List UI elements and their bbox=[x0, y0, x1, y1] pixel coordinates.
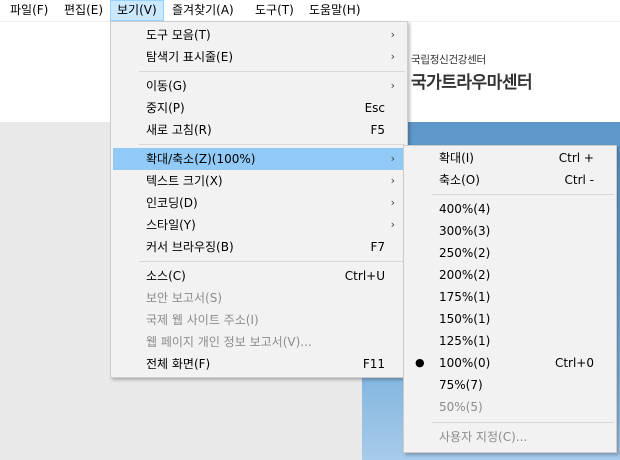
menu-item-style[interactable]: 스타일(Y) › bbox=[113, 214, 405, 236]
menu-item-zoom-100[interactable]: ● 100%(0) Ctrl+0 bbox=[406, 352, 614, 374]
menu-item-full-screen[interactable]: 전체 화면(F) F11 bbox=[113, 353, 405, 375]
menu-item-privacy-report[interactable]: 웹 페이지 개인 정보 보고서(V)... bbox=[113, 331, 405, 353]
menu-item-shortcut: Esc bbox=[364, 101, 385, 115]
menu-item-shortcut: F5 bbox=[370, 123, 385, 137]
menu-item-label: 100%(0) bbox=[439, 356, 491, 370]
menu-item-label: 300%(3) bbox=[439, 224, 491, 238]
menu-item-label: 커서 브라우징(B) bbox=[146, 240, 234, 254]
menu-item-shortcut: Ctrl+0 bbox=[554, 356, 594, 370]
menu-item-explorer-bars[interactable]: 탐색기 표시줄(E) › bbox=[113, 46, 405, 68]
menu-item-zoom-out[interactable]: 축소(O) Ctrl - bbox=[406, 169, 614, 191]
submenu-arrow-icon: › bbox=[390, 174, 395, 187]
menu-item-caret-browsing[interactable]: 커서 브라우징(B) F7 bbox=[113, 236, 405, 258]
menu-item-label: 75%(7) bbox=[439, 378, 483, 392]
menu-view[interactable]: 보기(V) bbox=[110, 0, 164, 21]
menu-help[interactable]: 도움말(H) bbox=[303, 0, 367, 21]
menu-item-idn-report[interactable]: 국제 웹 사이트 주소(I) bbox=[113, 309, 405, 331]
menu-item-label: 125%(1) bbox=[439, 334, 491, 348]
menu-item-source[interactable]: 소스(C) Ctrl+U bbox=[113, 265, 405, 287]
menu-item-zoom-175[interactable]: 175%(1) bbox=[406, 286, 614, 308]
menu-item-label: 50%(5) bbox=[439, 400, 483, 414]
submenu-arrow-icon: › bbox=[390, 218, 395, 231]
logo-subtitle: 국립정신건강센터 bbox=[411, 54, 486, 66]
menu-item-go-to[interactable]: 이동(G) › bbox=[113, 75, 405, 97]
submenu-arrow-icon: › bbox=[390, 196, 395, 209]
menu-separator bbox=[139, 144, 405, 145]
zoom-submenu: 확대(I) Ctrl + 축소(O) Ctrl - 400%(4) 300%(3… bbox=[403, 145, 617, 453]
menu-item-shortcut: Ctrl - bbox=[564, 173, 595, 187]
menu-item-shortcut: F11 bbox=[362, 357, 385, 371]
menu-item-zoom-200[interactable]: 200%(2) bbox=[406, 264, 614, 286]
menu-item-label: 175%(1) bbox=[439, 290, 491, 304]
menu-item-zoom-in[interactable]: 확대(I) Ctrl + bbox=[406, 147, 614, 169]
menu-edit[interactable]: 편집(E) bbox=[58, 0, 109, 21]
menu-item-label: 전체 화면(F) bbox=[146, 357, 211, 371]
menu-item-zoom-150[interactable]: 150%(1) bbox=[406, 308, 614, 330]
menu-item-shortcut: Ctrl + bbox=[558, 151, 594, 165]
menu-item-label: 확대/축소(Z)(100%) bbox=[146, 152, 256, 166]
menu-item-stop[interactable]: 중지(P) Esc bbox=[113, 97, 405, 119]
menu-item-label: 사용자 지정(C)... bbox=[439, 430, 528, 444]
menu-item-zoom-400[interactable]: 400%(4) bbox=[406, 198, 614, 220]
menu-item-zoom-75[interactable]: 75%(7) bbox=[406, 374, 614, 396]
submenu-arrow-icon: › bbox=[390, 28, 395, 41]
menu-item-zoom-300[interactable]: 300%(3) bbox=[406, 220, 614, 242]
menu-item-label: 200%(2) bbox=[439, 268, 491, 282]
menu-item-label: 국제 웹 사이트 주소(I) bbox=[146, 313, 259, 327]
menu-item-label: 400%(4) bbox=[439, 202, 491, 216]
menu-item-label: 축소(O) bbox=[439, 173, 480, 187]
menu-item-label: 인코딩(D) bbox=[146, 196, 198, 210]
menu-item-label: 새로 고침(R) bbox=[146, 123, 212, 137]
menu-item-label: 탐색기 표시줄(E) bbox=[146, 50, 234, 64]
menu-separator bbox=[139, 261, 405, 262]
menu-item-zoom-custom[interactable]: 사용자 지정(C)... bbox=[406, 426, 614, 448]
menu-separator bbox=[432, 422, 614, 423]
submenu-arrow-icon: › bbox=[390, 79, 395, 92]
menu-item-label: 보안 보고서(S) bbox=[146, 291, 222, 305]
menu-item-label: 250%(2) bbox=[439, 246, 491, 260]
menu-item-label: 150%(1) bbox=[439, 312, 491, 326]
menu-item-zoom[interactable]: 확대/축소(Z)(100%) › bbox=[113, 148, 405, 170]
menu-file[interactable]: 파일(F) bbox=[4, 0, 54, 21]
menu-item-label: 스타일(Y) bbox=[146, 218, 196, 232]
menu-item-zoom-50[interactable]: 50%(5) bbox=[406, 396, 614, 418]
logo-title: 국가트라우마센터 bbox=[411, 73, 533, 93]
menu-favorites[interactable]: 즐겨찾기(A) bbox=[166, 0, 240, 21]
menu-item-zoom-125[interactable]: 125%(1) bbox=[406, 330, 614, 352]
menu-separator bbox=[432, 194, 614, 195]
menu-item-zoom-250[interactable]: 250%(2) bbox=[406, 242, 614, 264]
menu-item-refresh[interactable]: 새로 고침(R) F5 bbox=[113, 119, 405, 141]
view-menu: 도구 모음(T) › 탐색기 표시줄(E) › 이동(G) › 중지(P) Es… bbox=[110, 21, 408, 378]
menu-separator bbox=[139, 71, 405, 72]
menu-item-security-report[interactable]: 보안 보고서(S) bbox=[113, 287, 405, 309]
menu-bar: 파일(F) 편집(E) 보기(V) 즐겨찾기(A) 도구(T) 도움말(H) bbox=[0, 0, 620, 22]
menu-item-shortcut: F7 bbox=[370, 240, 385, 254]
menu-item-label: 확대(I) bbox=[439, 151, 474, 165]
menu-item-label: 웹 페이지 개인 정보 보고서(V)... bbox=[146, 335, 312, 349]
menu-item-text-size[interactable]: 텍스트 크기(X) › bbox=[113, 170, 405, 192]
menu-item-encoding[interactable]: 인코딩(D) › bbox=[113, 192, 405, 214]
submenu-arrow-icon: › bbox=[390, 152, 395, 165]
menu-item-label: 도구 모음(T) bbox=[146, 28, 211, 42]
check-bullet-icon: ● bbox=[415, 356, 425, 369]
menu-item-toolbars[interactable]: 도구 모음(T) › bbox=[113, 24, 405, 46]
menu-tools[interactable]: 도구(T) bbox=[249, 0, 300, 21]
menu-item-label: 중지(P) bbox=[146, 101, 185, 115]
menu-item-shortcut: Ctrl+U bbox=[344, 269, 385, 283]
menu-item-label: 이동(G) bbox=[146, 79, 187, 93]
submenu-arrow-icon: › bbox=[390, 50, 395, 63]
menu-item-label: 소스(C) bbox=[146, 269, 186, 283]
menu-item-label: 텍스트 크기(X) bbox=[146, 174, 223, 188]
